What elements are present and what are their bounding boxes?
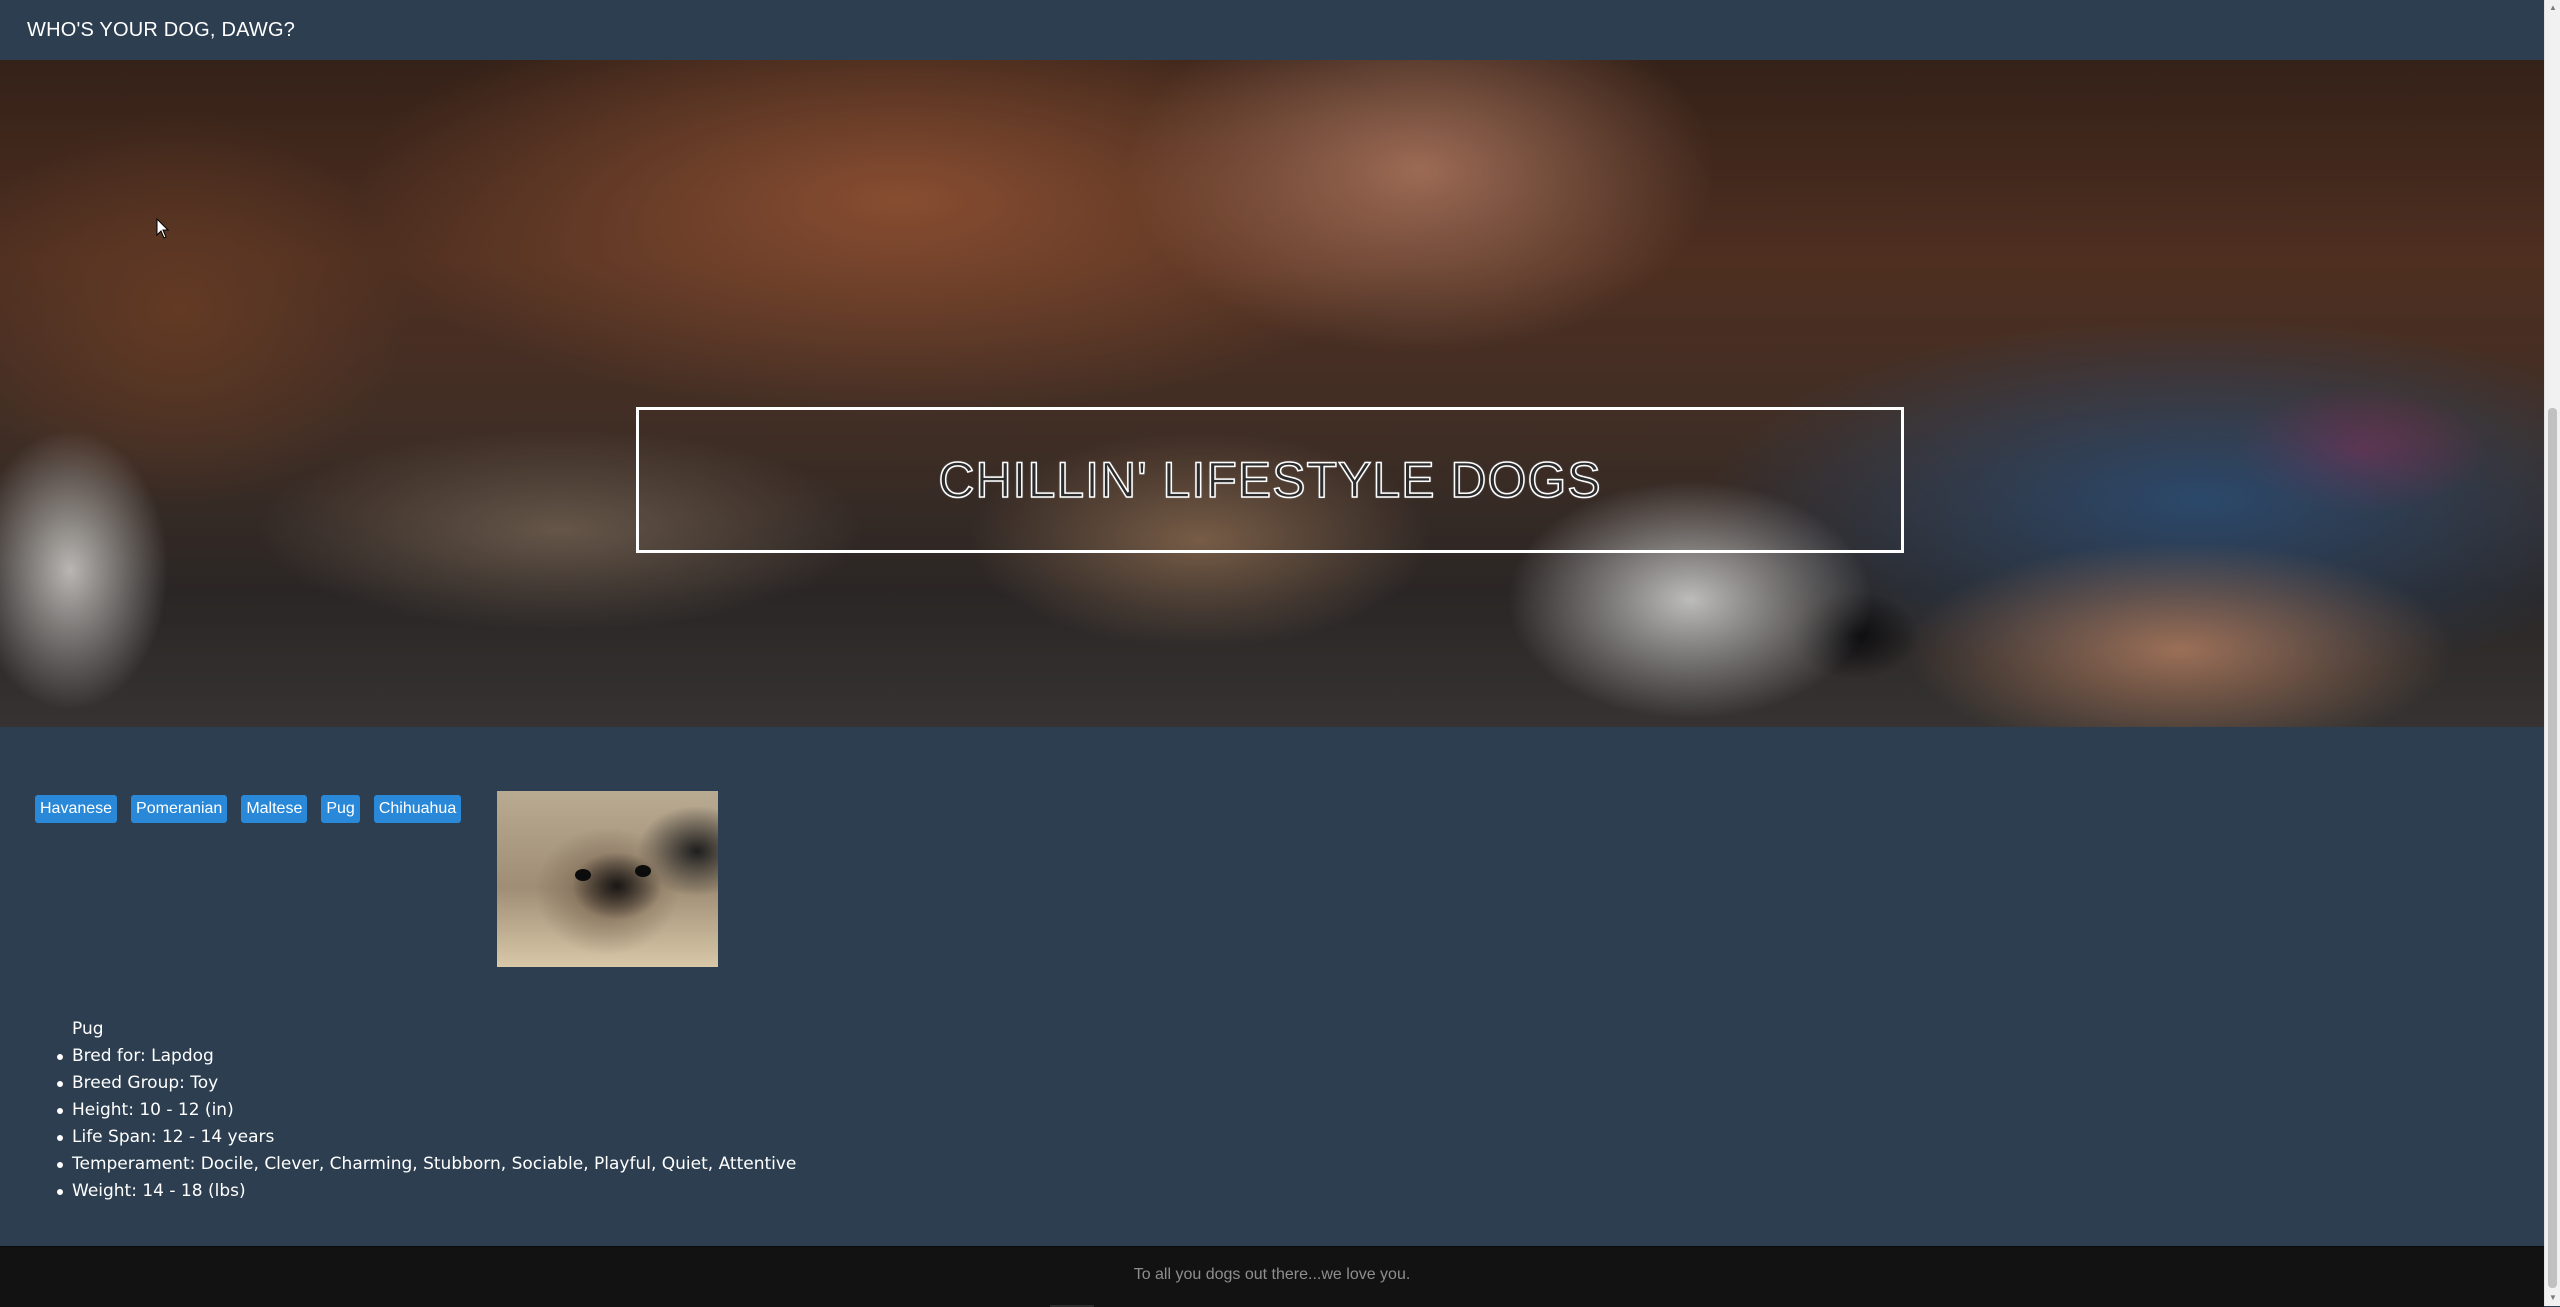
scroll-down-arrow-icon[interactable]: ▼ <box>2545 1290 2560 1306</box>
footer: To all you dogs out there...we love you. <box>0 1246 2544 1307</box>
vertical-scrollbar[interactable]: ▲ ▼ <box>2544 0 2560 1306</box>
main-content: Havanese Pomeranian Maltese Pug Chihuahu… <box>0 727 2544 1246</box>
dog-photo <box>497 791 718 967</box>
detail-breed-group: Breed Group: Toy <box>56 1070 796 1097</box>
detail-life-span: Life Span: 12 - 14 years <box>56 1124 796 1151</box>
detail-weight: Weight: 14 - 18 (lbs) <box>56 1178 796 1205</box>
footer-text: To all you dogs out there...we love you. <box>1133 1265 1411 1283</box>
detail-height: Height: 10 - 12 (in) <box>56 1097 796 1124</box>
breed-details-list: Bred for: Lapdog Breed Group: Toy Height… <box>56 1043 796 1205</box>
breed-name: Pug <box>72 1019 104 1039</box>
breed-button-chihuahua[interactable]: Chihuahua <box>373 795 462 823</box>
hero-banner: CHILLIN' LIFESTYLE DOGS <box>0 60 2544 727</box>
site-brand[interactable]: WHO'S YOUR DOG, DAWG? <box>27 19 295 42</box>
top-navbar: WHO'S YOUR DOG, DAWG? <box>0 0 2544 61</box>
detail-bred-for: Bred for: Lapdog <box>56 1043 796 1070</box>
scrollbar-thumb[interactable] <box>2548 408 2557 1288</box>
breed-button-pug[interactable]: Pug <box>321 795 360 823</box>
breed-button-maltese[interactable]: Maltese <box>241 795 308 823</box>
hero-title: CHILLIN' LIFESTYLE DOGS <box>938 451 1602 509</box>
scroll-up-arrow-icon[interactable]: ▲ <box>2545 0 2560 16</box>
breed-details: Pug Bred for: Lapdog Breed Group: Toy He… <box>56 1016 796 1205</box>
mouse-cursor-icon <box>156 218 170 239</box>
breed-button-pomeranian[interactable]: Pomeranian <box>131 795 228 823</box>
detail-temperament: Temperament: Docile, Clever, Charming, S… <box>56 1151 796 1178</box>
hero-title-box: CHILLIN' LIFESTYLE DOGS <box>636 407 1904 553</box>
breed-button-group: Havanese Pomeranian Maltese Pug Chihuahu… <box>35 795 462 823</box>
breed-button-havanese[interactable]: Havanese <box>35 795 118 823</box>
